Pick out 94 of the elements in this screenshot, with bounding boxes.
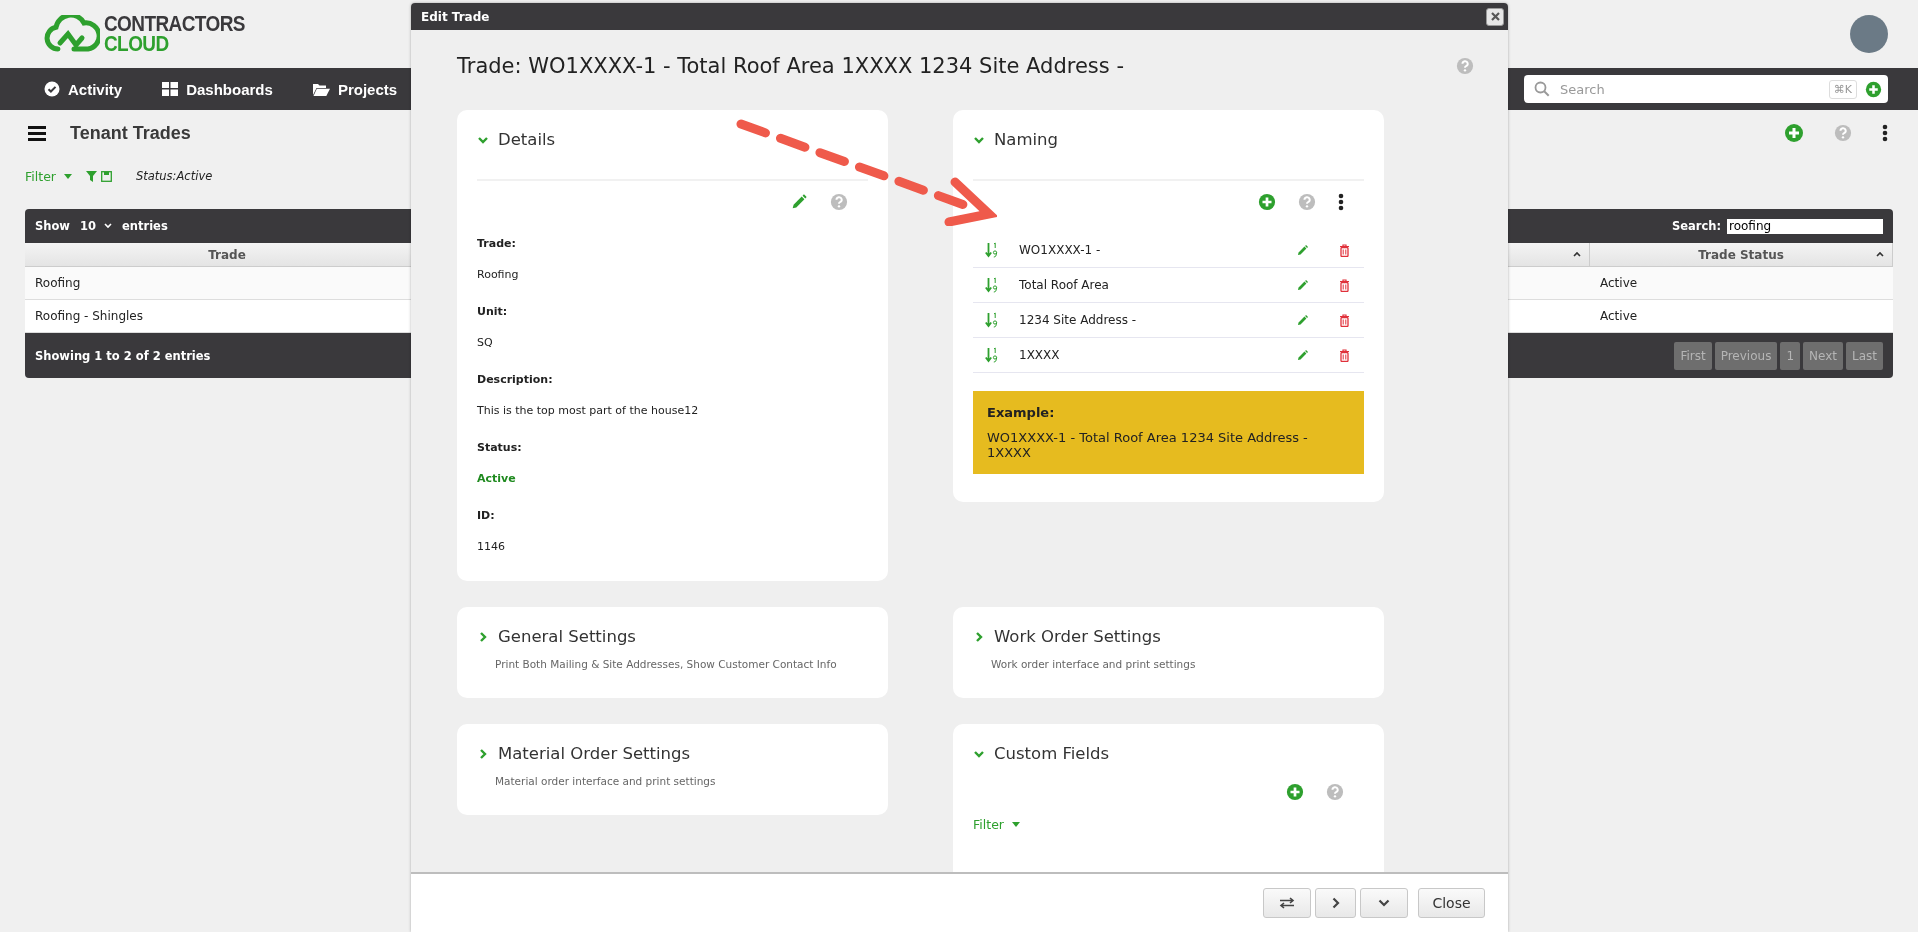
close-button[interactable] <box>1486 7 1504 26</box>
section-subtitle: Print Both Mailing & Site Addresses, Show Customer Contact Info <box>495 658 838 670</box>
section-subtitle: Material order interface and print settings <box>495 775 717 787</box>
delete-icon[interactable] <box>1339 278 1350 292</box>
table-cell: Active <box>1590 267 1893 300</box>
field-label: ID: <box>477 509 496 522</box>
example-text: WO1XXXX-1 - Total Roof Area 1234 Site Address - 1XXXX <box>987 430 1308 460</box>
edit-icon[interactable] <box>1296 348 1309 362</box>
table-cell: Active <box>1590 300 1893 333</box>
help-icon[interactable] <box>830 193 848 211</box>
field-value: This is the top most part of the house12 <box>477 404 700 417</box>
section-subtitle: Work order interface and print settings <box>991 658 1197 670</box>
table-search-field[interactable]: roofing <box>1727 218 1883 234</box>
entries-label: entries <box>122 219 168 233</box>
field-value: 1146 <box>477 540 506 553</box>
logo-text: CONTRACTORS <box>104 13 245 34</box>
table-info: Showing 1 to 2 of 2 entries <box>35 348 211 363</box>
add-icon[interactable] <box>1286 783 1304 801</box>
page-title: Tenant Trades <box>70 122 191 144</box>
column-header[interactable]: Trade Status <box>1590 243 1893 267</box>
next-button[interactable] <box>1315 888 1356 918</box>
avatar-placeholder[interactable] <box>1850 15 1888 53</box>
edit-icon[interactable] <box>1296 313 1309 327</box>
chevron-right-icon <box>1331 897 1340 909</box>
caret-down-icon <box>1011 822 1020 827</box>
add-icon[interactable] <box>1865 80 1882 98</box>
show-label: Show <box>35 219 70 233</box>
field-value: Active <box>477 472 517 485</box>
help-icon[interactable] <box>1326 783 1344 801</box>
chevron-icon[interactable] <box>973 630 985 643</box>
help-icon[interactable] <box>1456 57 1474 75</box>
close-button[interactable]: Close <box>1418 888 1485 918</box>
delete-icon[interactable] <box>1339 243 1350 257</box>
edit-icon[interactable] <box>790 193 808 211</box>
sort-order-icon[interactable] <box>985 277 999 293</box>
caret-down-icon <box>63 173 72 179</box>
sort-icon[interactable] <box>1573 251 1581 257</box>
sort-order-icon[interactable] <box>985 242 999 258</box>
search-input[interactable]: Search <box>1558 80 1821 98</box>
chevron-icon[interactable] <box>477 630 489 643</box>
swap-button[interactable] <box>1263 888 1311 918</box>
more-options-icon[interactable] <box>1882 124 1888 142</box>
check-circle-icon <box>44 81 60 97</box>
add-icon[interactable] <box>1258 193 1276 211</box>
example-label: Example: <box>987 405 1056 420</box>
chevron-down-icon <box>1378 899 1390 907</box>
nav-item[interactable]: Dashboards <box>162 80 273 98</box>
edit-icon[interactable] <box>1296 278 1309 292</box>
field-value: Roofing <box>477 268 520 281</box>
help-icon[interactable] <box>1298 193 1316 211</box>
field-value: SQ <box>477 336 494 349</box>
field-label: Description: <box>477 373 554 386</box>
field-label: Status: <box>477 441 523 454</box>
naming-part: 1234 Site Address - <box>1019 313 1138 327</box>
trade-heading: Trade: WO1XXXX-1 - Total Roof Area 1XXXX 1234 Site Address - <box>457 54 1124 78</box>
nav-item[interactable]: Projects <box>312 80 398 98</box>
sort-order-icon[interactable] <box>985 347 999 363</box>
section-title[interactable]: Details <box>498 130 556 149</box>
naming-part: 1XXXX <box>1019 348 1061 362</box>
nav-item[interactable]: Activity <box>44 80 123 98</box>
field-label: Trade: <box>477 237 517 250</box>
delete-icon[interactable] <box>1339 313 1350 327</box>
grid-icon <box>162 82 179 96</box>
folder-icon <box>312 82 330 96</box>
menu-icon[interactable] <box>28 125 46 141</box>
page-size-select[interactable]: 10 <box>76 219 116 233</box>
cloud-logo-icon <box>44 15 100 53</box>
funnel-icon[interactable] <box>85 170 97 182</box>
save-icon[interactable] <box>100 170 112 182</box>
field-label: Unit: <box>477 305 509 318</box>
shortcut-hint: ⌘K <box>1828 79 1857 99</box>
chevron-down-icon <box>104 223 112 229</box>
naming-part: Total Roof Area <box>1019 278 1110 292</box>
dialog-title: Edit Trade <box>421 9 490 24</box>
section-title[interactable]: General Settings <box>498 627 636 646</box>
logo-text: CLOUD <box>104 34 170 55</box>
filter-status: Status:Active <box>135 169 213 183</box>
edit-icon[interactable] <box>1296 243 1309 257</box>
search-icon <box>1534 81 1550 97</box>
sort-icon[interactable] <box>1876 251 1884 257</box>
naming-part: WO1XXXX-1 - <box>1019 243 1102 257</box>
section-title[interactable]: Work Order Settings <box>994 627 1161 646</box>
close-icon <box>1490 12 1500 21</box>
search-label: Search: <box>1671 219 1721 233</box>
section-title[interactable]: Material Order Settings <box>498 744 691 763</box>
section-title[interactable]: Custom Fields <box>994 744 1110 763</box>
add-icon[interactable] <box>1784 123 1804 143</box>
chevron-icon[interactable] <box>477 747 489 760</box>
more-options-icon[interactable] <box>1338 193 1344 211</box>
help-icon[interactable] <box>1834 124 1852 142</box>
delete-icon[interactable] <box>1339 348 1350 362</box>
swap-arrows-icon <box>1279 897 1295 909</box>
sort-order-icon[interactable] <box>985 312 999 328</box>
section-title[interactable]: Naming <box>994 130 1059 149</box>
